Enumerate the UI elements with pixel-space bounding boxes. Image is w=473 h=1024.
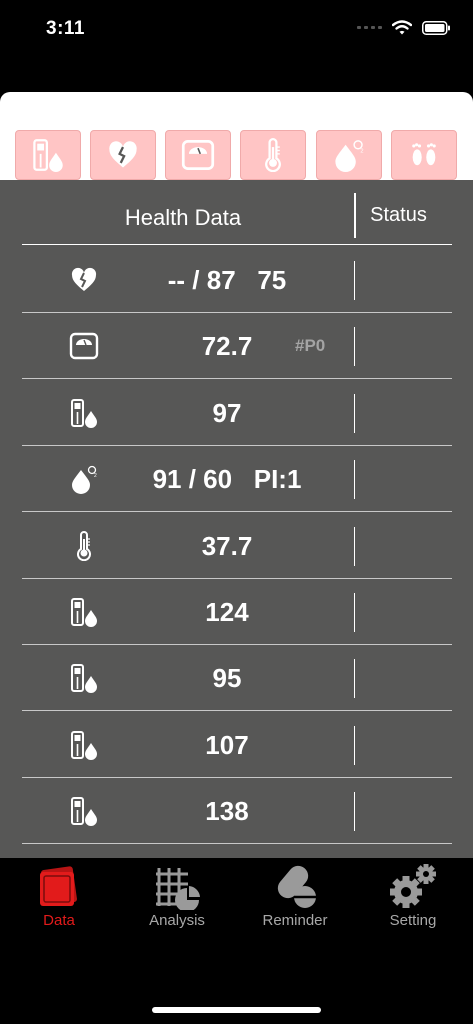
health-data-row[interactable]: 2 91 / 60 PI:1 — [22, 446, 452, 513]
heart-icon — [106, 138, 140, 172]
category-heart-button[interactable] — [90, 130, 156, 180]
reading-value: 97 — [212, 397, 242, 428]
reading-status — [356, 446, 452, 512]
column-divider — [354, 393, 355, 433]
category-oxygen-drop-button[interactable]: 2 — [316, 130, 382, 180]
column-divider — [354, 526, 355, 566]
status-bar: 3:11 — [0, 0, 473, 60]
health-data-row[interactable]: 97 — [22, 380, 452, 446]
reading-status — [356, 579, 452, 645]
row-divider — [22, 843, 452, 845]
reading-status — [356, 380, 452, 446]
reading-value: 95 — [212, 663, 242, 694]
reminder-icon — [277, 865, 316, 908]
data-icon — [40, 866, 77, 906]
scale-icon — [181, 138, 215, 172]
thermometer-icon — [256, 138, 290, 172]
column-divider — [354, 593, 355, 632]
status-icons — [357, 20, 451, 35]
reading-value: 138 — [205, 796, 249, 827]
footprints-icon — [407, 138, 441, 172]
health-data-row[interactable]: 95 — [22, 645, 452, 712]
battery-icon — [422, 20, 450, 35]
column-divider — [354, 792, 355, 832]
reading-status — [356, 247, 452, 313]
reading-value: 91 / 60 PI:1 — [152, 464, 302, 495]
status-header: Status — [370, 204, 427, 226]
category-thermometer-button[interactable] — [240, 130, 306, 180]
column-divider — [354, 460, 355, 500]
tab-bar: Data Analysis Reminder Setting — [0, 858, 473, 938]
column-divider — [354, 327, 355, 367]
reading-status — [356, 513, 452, 579]
signal-icon — [357, 26, 382, 29]
tab-setting-label: Setting — [389, 912, 437, 929]
column-divider — [354, 261, 355, 300]
category-bar: 2 — [0, 130, 473, 180]
reading-status — [356, 778, 452, 844]
column-divider — [354, 725, 355, 765]
category-glucose-meter-button[interactable] — [15, 130, 81, 180]
health-data-row[interactable]: 107 — [22, 712, 452, 778]
tab-data[interactable]: Data — [0, 858, 118, 938]
analysis-icon — [156, 868, 200, 910]
svg-text:2: 2 — [360, 149, 363, 155]
reading-value: 107 — [205, 729, 249, 760]
reading-value: -- / 87 75 — [167, 265, 287, 295]
tab-analysis-label: Analysis — [149, 912, 205, 929]
category-scale-button[interactable] — [165, 130, 231, 180]
column-divider — [354, 659, 355, 699]
glucose-meter-icon — [31, 138, 65, 172]
tab-reminder[interactable]: Reminder — [236, 858, 354, 938]
tab-data-label: Data — [43, 912, 75, 929]
reading-extra: #P0 — [295, 336, 326, 356]
tab-setting[interactable]: Setting — [354, 858, 472, 938]
category-footprints-button[interactable] — [391, 130, 457, 180]
tab-analysis[interactable]: Analysis — [118, 858, 236, 938]
health-data-row[interactable]: 138 — [22, 778, 452, 845]
home-indicator[interactable] — [152, 1007, 321, 1013]
health-data-row[interactable]: 37.7 — [22, 513, 452, 579]
health-data-row[interactable]: 124 — [22, 579, 452, 645]
header-underline — [22, 244, 452, 245]
wifi-icon — [392, 20, 412, 35]
reading-status — [356, 645, 452, 711]
reading-status — [356, 712, 452, 778]
reading-value: 37.7 — [201, 530, 253, 561]
reading-value: 124 — [205, 597, 249, 627]
status-time: 3:11 — [46, 18, 85, 39]
health-data-header: Health Data — [124, 205, 242, 230]
health-data-row[interactable]: -- / 87 75 — [22, 247, 452, 313]
tab-reminder-label: Reminder — [262, 912, 328, 929]
reading-status — [356, 313, 452, 379]
oxygen-drop-icon: 2 — [332, 138, 366, 172]
setting-icon — [390, 864, 436, 908]
health-data-row[interactable]: 72.7 #P0 — [22, 313, 452, 380]
